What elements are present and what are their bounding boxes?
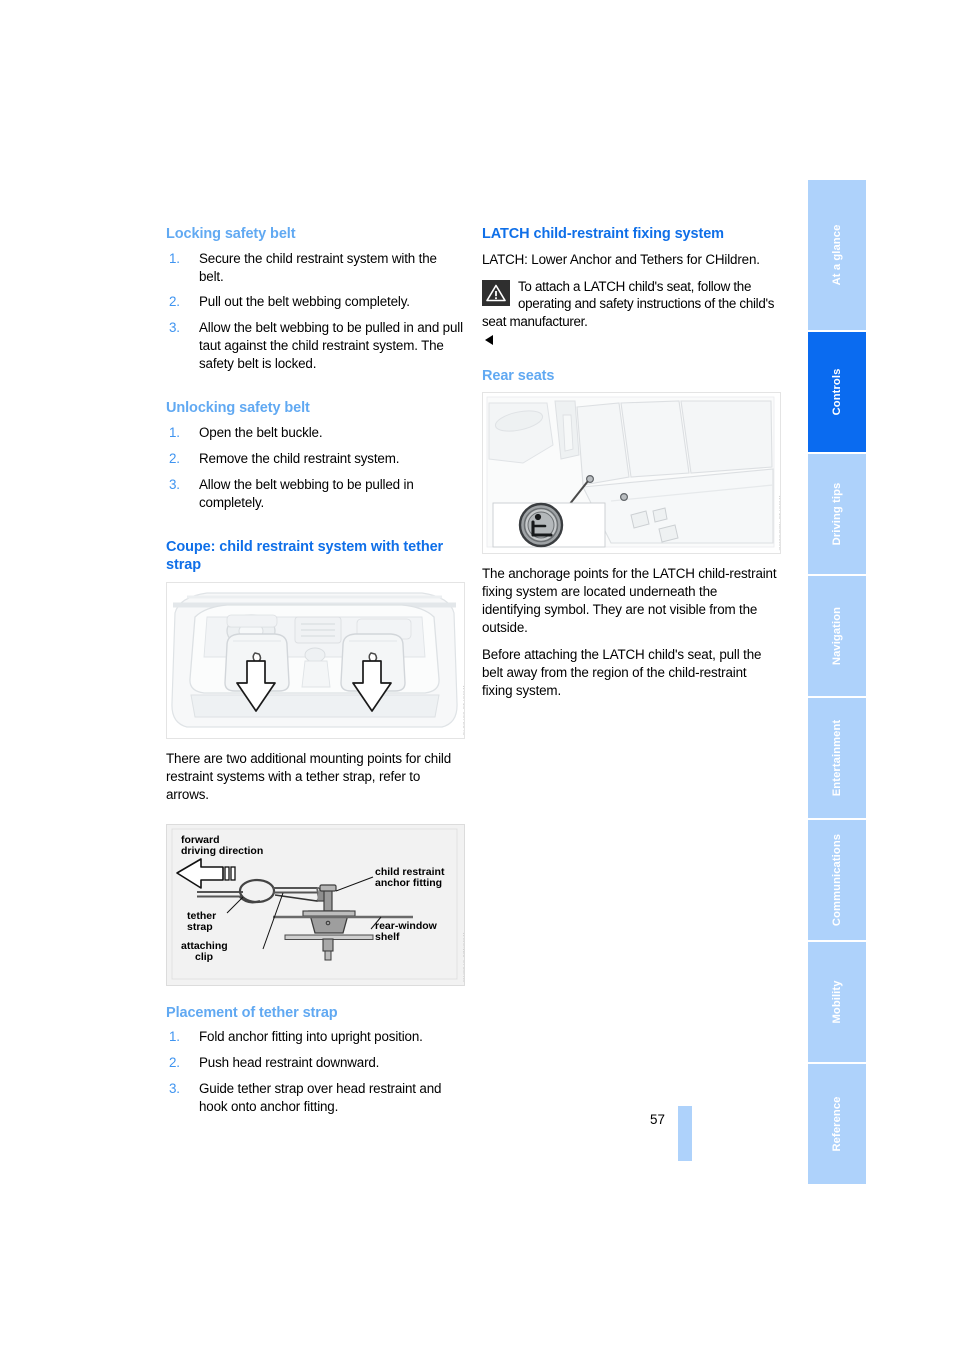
heading-latch-fixing-system: LATCH child-restraint fixing system xyxy=(482,226,724,242)
tab-driving-tips[interactable]: Driving tips xyxy=(808,454,866,574)
list-item: 3. Guide tether strap over head restraint… xyxy=(166,1080,463,1116)
step-number: 1. xyxy=(169,424,180,440)
unlocking-safety-belt-steps: 1. Open the belt buckle. 2. Remove the chi… xyxy=(166,424,463,512)
svg-text:anchor fitting: anchor fitting xyxy=(375,877,442,889)
step-number: 3. xyxy=(169,476,180,492)
manual-page: Locking safety belt 1. Secure the child r… xyxy=(0,0,954,1351)
tab-reference[interactable]: Reference xyxy=(808,1064,866,1184)
step-text: Remove the child restraint system. xyxy=(199,450,400,466)
list-item: 1. Open the belt buckle. xyxy=(166,424,463,442)
page-number: 57 xyxy=(650,1112,665,1127)
step-number: 1. xyxy=(169,250,180,266)
svg-text:strap: strap xyxy=(187,921,213,933)
figure-credit: WW0713-NEDSLWE xyxy=(777,495,781,551)
right-column: LATCH child-restraint fixing system LATC… xyxy=(482,225,781,700)
heading-locking-safety-belt: Locking safety belt xyxy=(166,226,296,242)
warning-note-text: To attach a LATCH child's seat, follow t… xyxy=(482,278,775,330)
heading-unlocking-safety-belt: Unlocking safety belt xyxy=(166,400,310,417)
step-text: Pull out the belt webbing completely. xyxy=(199,294,410,310)
warning-triangle-glyph xyxy=(486,284,506,302)
tab-label: Controls xyxy=(831,368,843,416)
caption-mounting-points: There are two additional mounting points… xyxy=(166,750,452,802)
tab-at-a-glance[interactable]: At a glance xyxy=(808,180,866,330)
note-end-marker xyxy=(485,335,493,346)
list-item: 2. Pull out the belt webbing completely. xyxy=(166,293,463,311)
tab-communications[interactable]: Communications xyxy=(808,820,866,940)
step-text: Push head restraint downward. xyxy=(199,1055,380,1071)
tab-label: Mobility xyxy=(831,980,843,1024)
tab-controls[interactable]: Controls xyxy=(808,332,866,452)
figure-credit: WW0713-0072848 xyxy=(461,685,465,736)
warning-triangle-icon xyxy=(482,279,510,306)
tab-entertainment[interactable]: Entertainment xyxy=(808,698,866,818)
svg-text:driving direction: driving direction xyxy=(181,845,263,857)
tab-navigation[interactable]: Navigation xyxy=(808,576,866,696)
step-text: Allow the belt webbing to be pulled in a… xyxy=(199,320,463,372)
step-number: 2. xyxy=(169,1055,180,1071)
tab-label: Entertainment xyxy=(831,719,843,797)
step-text: Fold anchor fitting into upright positio… xyxy=(199,1029,423,1045)
step-number: 3. xyxy=(169,1081,180,1097)
tether-diagram-illustration: forward driving direction child restrain… xyxy=(167,824,462,983)
list-item: 1. Secure the child restraint system with… xyxy=(166,250,463,286)
heading-placement-of-tether-strap: Placement of tether strap xyxy=(166,1004,338,1021)
step-number: 2. xyxy=(169,294,180,310)
tab-mobility[interactable]: Mobility xyxy=(808,942,866,1062)
step-number: 2. xyxy=(169,450,180,466)
heading-rear-seats: Rear seats xyxy=(482,368,555,385)
figure-tether-strap-diagram: forward driving direction child restrain… xyxy=(166,823,465,986)
left-column: Locking safety belt 1. Secure the child r… xyxy=(166,225,465,1116)
rear-seats-illustration xyxy=(483,392,778,551)
step-text: Guide tether strap over head restraint a… xyxy=(199,1081,442,1114)
heading-coupe-child-restraint: Coupe: child restraint system with tethe… xyxy=(166,538,444,574)
step-text: Allow the belt webbing to be pulled in c… xyxy=(199,476,414,510)
figure-credit: WW0NEJ-0705AW xyxy=(461,931,465,983)
tab-label: Driving tips xyxy=(831,482,843,546)
step-text: Secure the child restraint system with t… xyxy=(199,250,437,284)
step-text: Open the belt buckle. xyxy=(199,424,323,440)
list-item: 1. Fold anchor fitting into upright posit… xyxy=(166,1028,463,1046)
figure-car-interior: WW0713-0072848 xyxy=(166,581,465,739)
section-tabs: At a glance Controls Driving tips Naviga… xyxy=(808,180,866,1186)
tab-label: Reference xyxy=(831,1096,843,1152)
tab-label: Navigation xyxy=(831,606,843,666)
tab-label: Communications xyxy=(831,833,843,927)
list-item: 3. Allow the belt webbing to be pulled in… xyxy=(166,319,463,373)
rear-seats-paragraph-1: The anchorage points for the LATCH child… xyxy=(482,565,777,635)
list-item: 2. Remove the child restraint system. xyxy=(166,450,463,468)
latch-intro-text: LATCH: Lower Anchor and Tethers for CHil… xyxy=(482,251,760,267)
figure-rear-seats: WW0713-NEDSLWE xyxy=(482,391,781,554)
step-number: 1. xyxy=(169,1029,180,1045)
car-interior-illustration xyxy=(167,582,462,736)
svg-text:clip: clip xyxy=(195,951,213,963)
list-item: 3. Allow the belt webbing to be pulled in… xyxy=(166,476,463,512)
tab-label: At a glance xyxy=(831,224,843,286)
warning-note: To attach a LATCH child's seat, follow t… xyxy=(482,278,779,350)
rear-seats-paragraph-2: Before attaching the LATCH child's seat,… xyxy=(482,646,762,698)
svg-text:shelf: shelf xyxy=(375,931,400,943)
locking-safety-belt-steps: 1. Secure the child restraint system with… xyxy=(166,250,463,374)
page-number-bar xyxy=(678,1106,692,1161)
step-number: 3. xyxy=(169,320,180,336)
list-item: 2. Push head restraint downward. xyxy=(166,1054,463,1072)
placement-steps: 1. Fold anchor fitting into upright posit… xyxy=(166,1028,463,1116)
